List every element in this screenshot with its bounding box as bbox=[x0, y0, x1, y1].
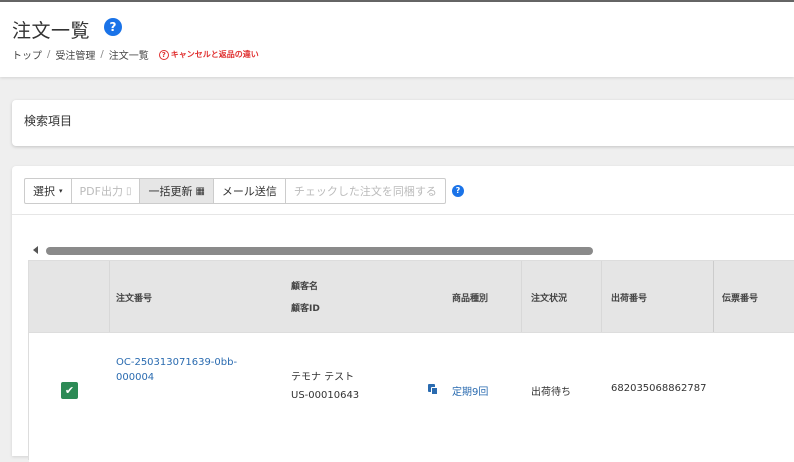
header-shipment-no: 出荷番号 bbox=[611, 294, 648, 304]
order-number-link[interactable]: OC-250313071639-0bb-000004 bbox=[116, 355, 256, 385]
image-icon: ▦ bbox=[195, 185, 205, 197]
select-label: 選択 bbox=[33, 185, 55, 198]
copy-icon[interactable] bbox=[428, 384, 438, 395]
cancel-vs-return-link[interactable]: ? キャンセルと返品の違い bbox=[158, 49, 259, 60]
search-panel[interactable]: 検索項目 bbox=[12, 100, 794, 146]
question-circle-icon: ? bbox=[158, 49, 169, 60]
bundle-orders-label: チェックした注文を同梱する bbox=[293, 185, 437, 198]
table-header: 注文番号 顧客名 顧客ID 商品種別 注文状況 出荷番号 伝票番号 bbox=[29, 260, 794, 333]
page-title: 注文一覧 bbox=[12, 20, 91, 42]
column-divider bbox=[601, 261, 602, 333]
product-type-link[interactable]: 定期9回 bbox=[452, 383, 488, 398]
breadcrumb-order-management[interactable]: 受注管理 bbox=[55, 47, 95, 62]
breadcrumb-order-list: 注文一覧 bbox=[108, 51, 149, 62]
breadcrumb-separator: / bbox=[47, 49, 51, 60]
results-panel: 選択 ▾ PDF出力 ▯ 一括更新 ▦ メール送信 チェックした注文を同梱する … bbox=[12, 166, 794, 462]
caret-down-icon: ▾ bbox=[59, 187, 63, 195]
bulk-update-label: 一括更新 bbox=[148, 185, 193, 198]
shipment-number: 682035068862787 bbox=[611, 383, 707, 394]
horizontal-scrollbar-thumb[interactable] bbox=[46, 247, 593, 255]
pdf-export-button[interactable]: PDF出力 ▯ bbox=[71, 178, 141, 204]
header-product-type: 商品種別 bbox=[452, 294, 489, 304]
send-mail-button[interactable]: メール送信 bbox=[213, 178, 286, 204]
bundle-orders-button[interactable]: チェックした注文を同梱する bbox=[285, 178, 446, 204]
page-header: 注文一覧 ? トップ / 受注管理 / 注文一覧 ? キャンセルと返品の違い bbox=[0, 2, 794, 77]
column-divider bbox=[109, 261, 110, 333]
header-customer-name: 顧客名 bbox=[291, 282, 319, 292]
table-row: ✔ OC-250313071639-0bb-000004 テモナ テスト US-… bbox=[29, 332, 794, 462]
header-order-status: 注文状況 bbox=[531, 294, 568, 304]
header-order-no: 注文番号 bbox=[116, 294, 153, 304]
cancel-vs-return-label: キャンセルと返品の違い bbox=[170, 50, 259, 59]
bulk-update-button[interactable]: 一括更新 ▦ bbox=[140, 178, 214, 204]
orders-table: 注文番号 顧客名 顧客ID 商品種別 注文状況 出荷番号 伝票番号 ✔ OC-2… bbox=[28, 260, 794, 462]
help-icon[interactable]: ? bbox=[104, 18, 122, 36]
search-panel-title[interactable]: 検索項目 bbox=[24, 112, 72, 129]
send-mail-label: メール送信 bbox=[221, 185, 277, 198]
header-customer-id: 顧客ID bbox=[291, 304, 320, 314]
breadcrumb-top[interactable]: トップ bbox=[12, 47, 42, 62]
document-icon: ▯ bbox=[125, 185, 132, 197]
scroll-left-arrow-icon[interactable] bbox=[33, 246, 38, 254]
breadcrumb-separator: / bbox=[100, 49, 104, 60]
pdf-export-label: PDF出力 bbox=[79, 185, 123, 198]
divider bbox=[12, 214, 794, 215]
help-icon[interactable]: ? bbox=[451, 185, 464, 197]
order-status: 出荷待ち bbox=[531, 387, 571, 398]
action-toolbar: 選択 ▾ PDF出力 ▯ 一括更新 ▦ メール送信 チェックした注文を同梱する … bbox=[24, 178, 464, 204]
row-checkbox[interactable]: ✔ bbox=[61, 382, 78, 399]
breadcrumb: トップ / 受注管理 / 注文一覧 ? キャンセルと返品の違い bbox=[12, 47, 259, 62]
column-divider bbox=[521, 261, 522, 333]
column-divider bbox=[713, 261, 714, 333]
header-slip-no: 伝票番号 bbox=[722, 294, 759, 304]
customer-name: テモナ テスト bbox=[291, 372, 355, 383]
select-dropdown-button[interactable]: 選択 ▾ bbox=[24, 178, 72, 204]
customer-id: US-00010643 bbox=[291, 390, 360, 401]
